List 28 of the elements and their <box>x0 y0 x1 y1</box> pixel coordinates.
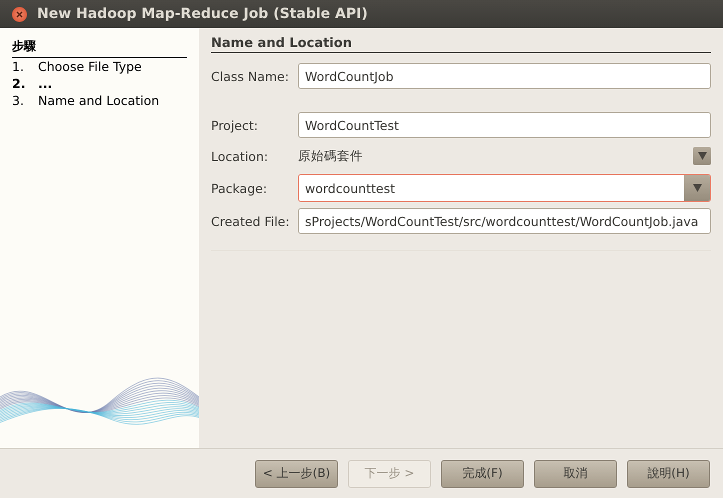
field-label: Location: <box>211 148 270 164</box>
location-value: 原始碼套件 <box>298 146 364 164</box>
step-number: 3. <box>12 93 25 108</box>
text-field[interactable]: WordCountJob <box>298 63 711 89</box>
window-title: New Hadoop Map-Reduce Job (Stable API) <box>37 6 368 22</box>
caret-icon <box>692 184 702 192</box>
step-label: Name and Location <box>38 93 160 108</box>
caret-icon <box>698 152 706 160</box>
step-number: 1. <box>12 59 25 74</box>
step-label: Choose File Type <box>38 59 142 74</box>
step-number: 2. <box>12 76 26 91</box>
field-label: Package: <box>211 180 268 196</box>
dialog-button[interactable]: 說明(H) <box>627 460 710 488</box>
field-label: Created File: <box>211 214 291 228</box>
dropdown-button[interactable] <box>693 147 711 165</box>
field-label: Project: <box>211 118 259 132</box>
dialog-button[interactable]: < 上一步(B) <box>255 460 338 488</box>
step-label: ... <box>38 76 52 91</box>
close-button[interactable] <box>12 6 27 22</box>
text-field[interactable]: sProjects/WordCountTest/src/wordcounttest/WordCountJob.java <box>298 208 711 234</box>
text-field[interactable]: WordCountTest <box>298 112 711 138</box>
package-combo[interactable]: wordcounttest <box>298 174 711 202</box>
field-label: Class Name: <box>211 68 290 84</box>
close-icon <box>16 10 23 18</box>
section-heading: Name and Location <box>211 36 711 53</box>
dialog-button[interactable]: 完成(F) <box>441 460 524 488</box>
dialog-button[interactable]: 取消 <box>534 460 617 488</box>
steps-heading: 步驟 <box>12 38 187 58</box>
